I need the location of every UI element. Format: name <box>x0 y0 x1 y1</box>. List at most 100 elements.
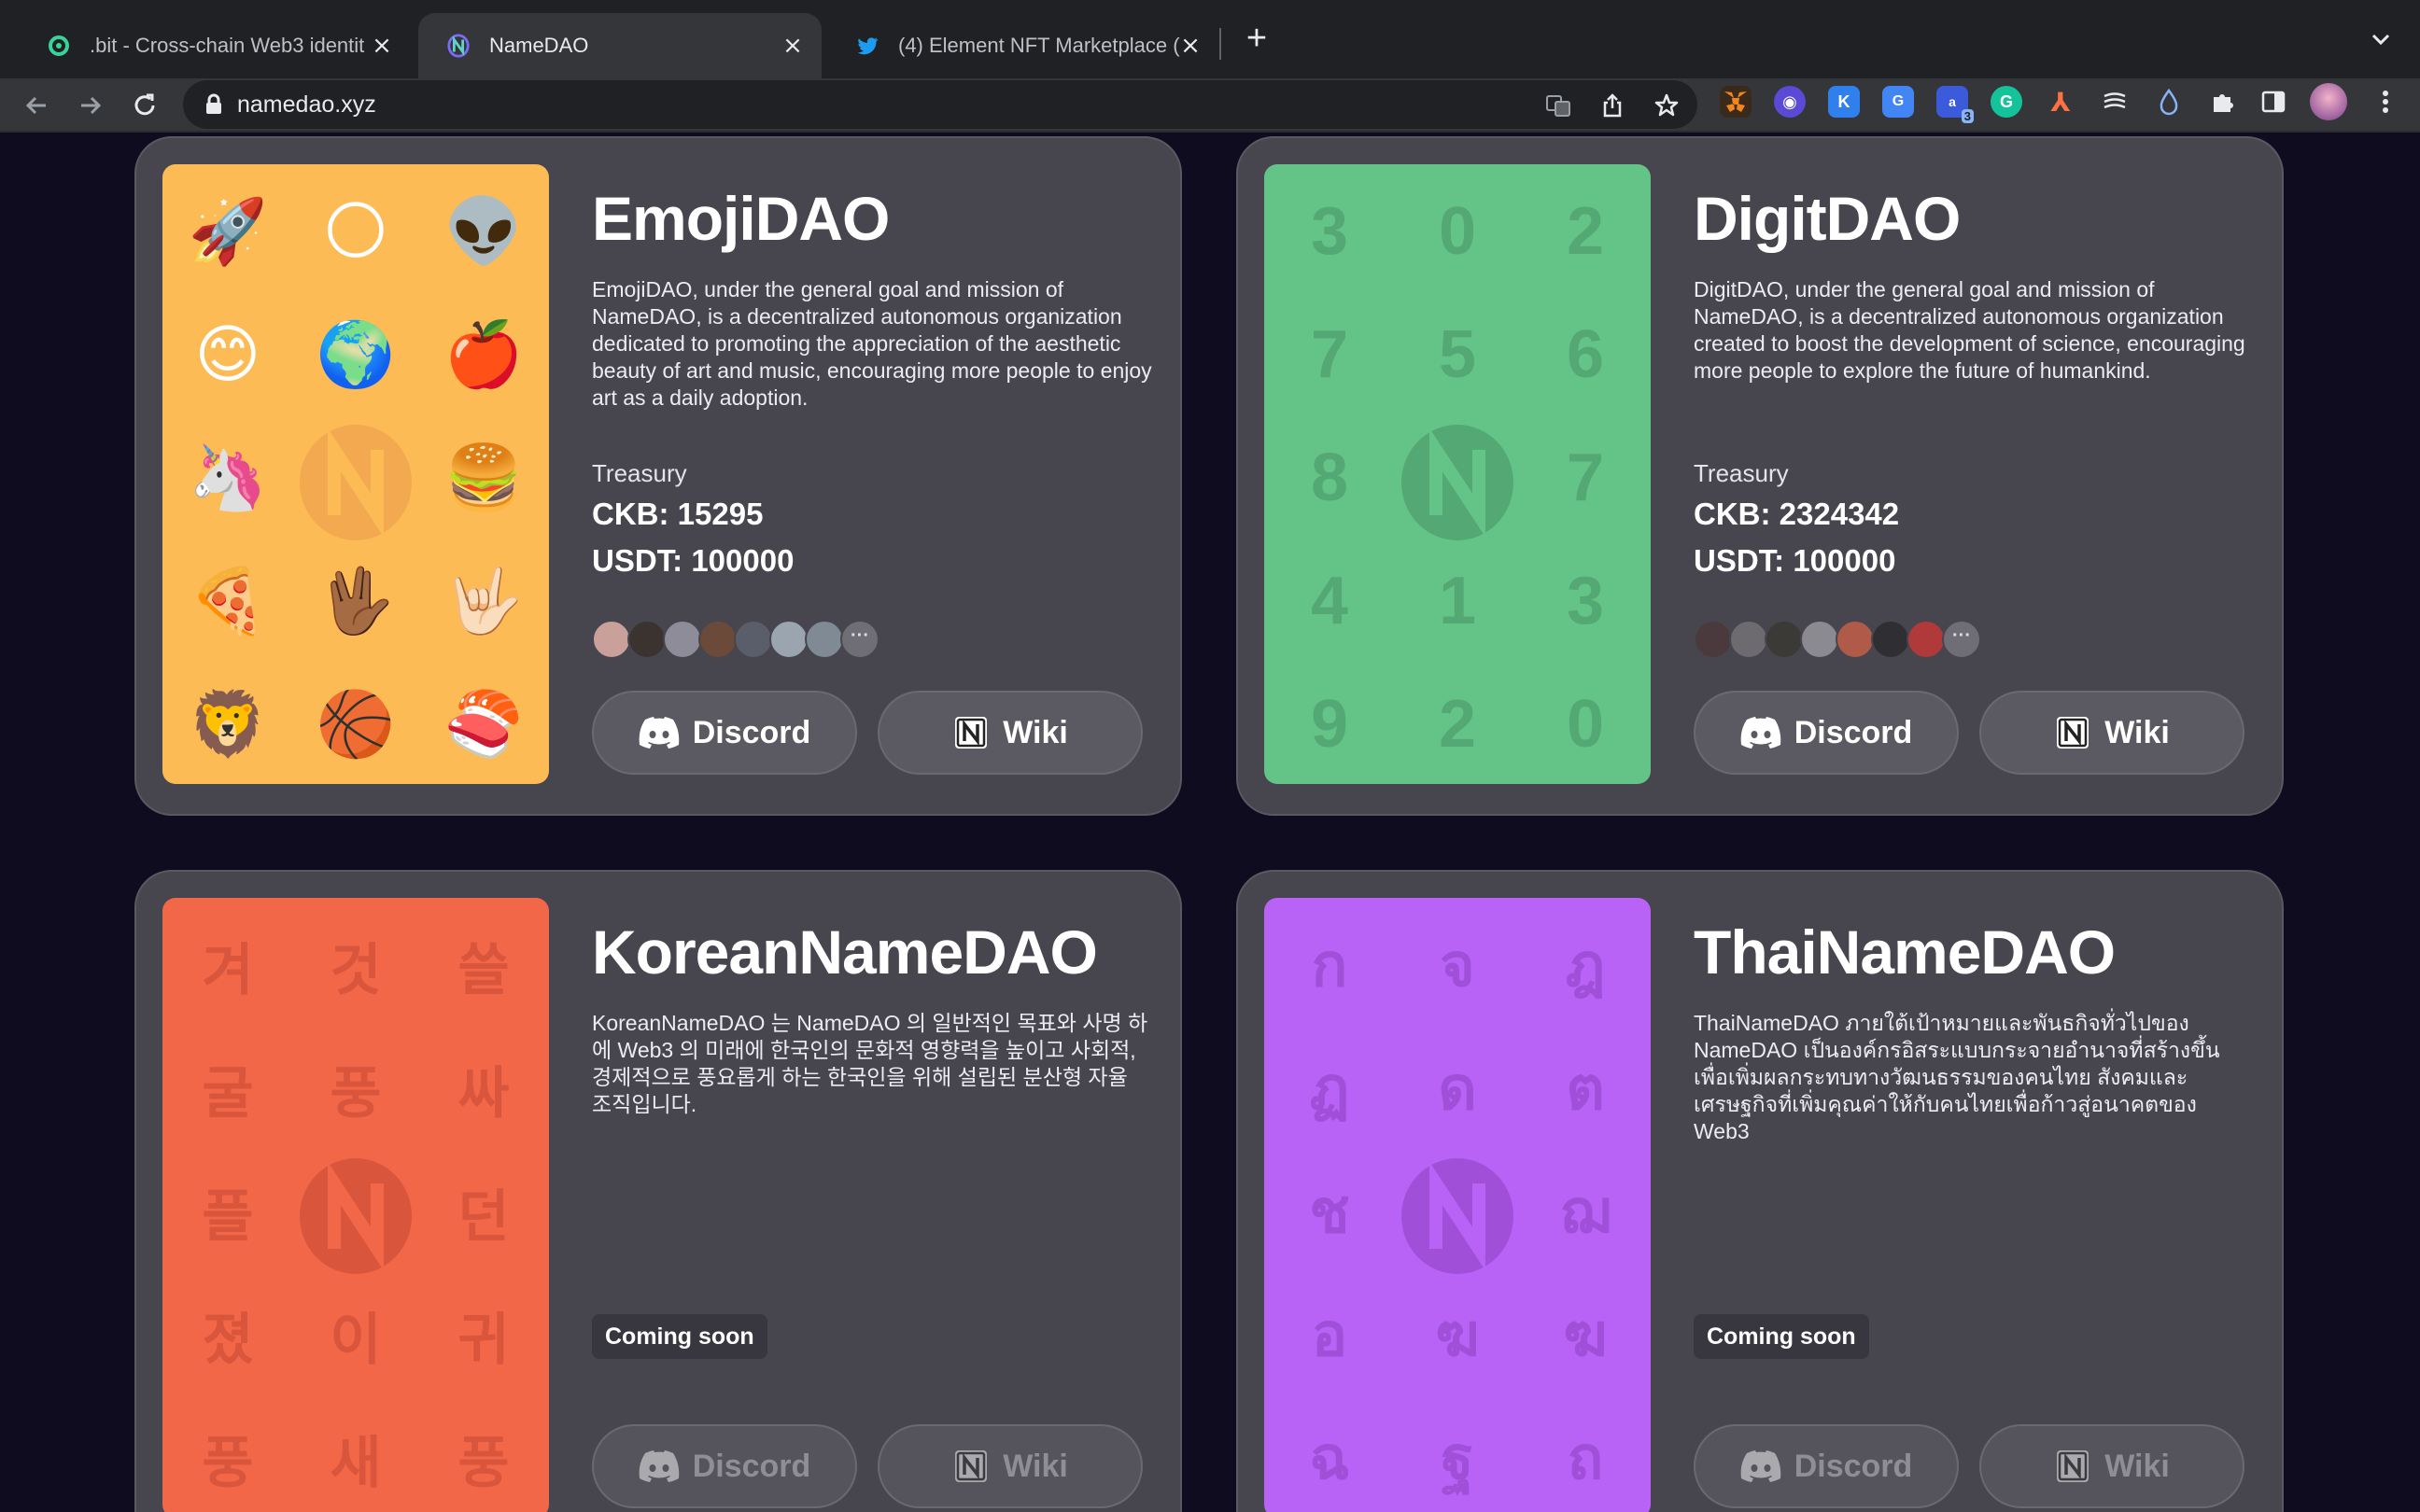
tab-namedao[interactable]: NameDAO × <box>418 13 822 78</box>
alien-emoji: 👽 <box>443 196 524 267</box>
more-members-icon[interactable]: ··· <box>840 620 879 659</box>
ghost-extension-icon[interactable]: ◉ <box>1774 86 1806 118</box>
close-tab-icon[interactable]: × <box>1178 34 1203 58</box>
glyph: จ <box>1440 931 1475 999</box>
glyph: 7 <box>1310 317 1349 392</box>
glyph: 졌 <box>202 1308 254 1371</box>
dao-card-emojidao: 🚀 🌕 👽 😊 🌍 🍎 🦄 🍔 🍕 🖖🏾 🤟🏻 🦁 🏀 🍣 EmojiDAO E… <box>134 136 1182 816</box>
treasury-usdt: USDT: 100000 <box>592 543 795 578</box>
google-translate-extension-icon[interactable]: G <box>1882 86 1914 118</box>
glyph: ฉ <box>1309 1424 1350 1491</box>
address-bar[interactable]: namedao.xyz <box>183 80 1697 129</box>
pizza-emoji: 🍕 <box>188 566 268 637</box>
dao-title: KoreanNameDAO <box>592 917 1098 987</box>
glyph: 플 <box>202 1184 254 1248</box>
dao-card-digitdao: 3 0 2 7 5 6 8 7 4 1 3 9 2 0 DigitDAO Dig… <box>1236 136 2284 816</box>
glyph: ฆ <box>1563 1301 1608 1368</box>
avatar <box>805 620 844 659</box>
avatar <box>592 620 631 659</box>
bookmark-star-icon[interactable] <box>1653 91 1681 119</box>
reload-button[interactable] <box>127 88 162 123</box>
wiki-label: Wiki <box>2104 714 2170 750</box>
wiki-label: Wiki <box>1003 1448 1068 1484</box>
tab-dotbit[interactable]: .bit - Cross-chain Web3 identit × <box>19 13 411 78</box>
rock-hand-emoji: 🤟🏻 <box>443 566 524 637</box>
wiki-label: Wiki <box>1003 714 1068 750</box>
discord-label: Discord <box>692 714 811 750</box>
dao-title: DigitDAO <box>1694 184 1961 253</box>
treasury-label: Treasury <box>1694 459 1789 487</box>
glyph: 4 <box>1310 564 1349 638</box>
new-tab-button[interactable]: + <box>1240 21 1273 56</box>
basketball-emoji: 🏀 <box>316 689 396 760</box>
treasury-ckb: CKB: 15295 <box>592 497 764 531</box>
glyph: ฏ <box>1309 1055 1350 1122</box>
glyph: 2 <box>1566 194 1605 269</box>
glyph: 이 <box>330 1308 382 1371</box>
tab-separator <box>1219 28 1221 60</box>
glyph: ถ <box>1567 1424 1604 1491</box>
discord-button[interactable]: Discord <box>592 1424 857 1508</box>
more-members-icon[interactable]: ··· <box>1942 620 1981 659</box>
discord-button[interactable]: Discord <box>592 691 857 775</box>
lock-icon[interactable] <box>204 93 224 120</box>
discord-button[interactable]: Discord <box>1694 691 1959 775</box>
discord-button[interactable]: Discord <box>1694 1424 1959 1508</box>
share-icon[interactable] <box>1598 91 1626 119</box>
layers-extension-icon[interactable] <box>2099 86 2131 118</box>
translate-icon[interactable] <box>1544 91 1572 119</box>
namedao-icon <box>446 34 471 58</box>
drop-extension-icon[interactable] <box>2153 86 2185 118</box>
grammarly-extension-icon[interactable]: G <box>1991 86 2022 118</box>
glyph: 6 <box>1566 317 1605 392</box>
notion-icon <box>2054 714 2091 751</box>
k-extension-icon[interactable]: K <box>1828 86 1860 118</box>
glyph: 귀 <box>457 1308 510 1371</box>
metamask-extension-icon[interactable] <box>1720 86 1752 118</box>
dao-description: ThaiNameDAO ภายใต้เป้าหมายและพันธกิจทั่ว… <box>1694 1011 2220 1143</box>
treasury-ckb: CKB: 2324342 <box>1694 497 1900 531</box>
dao-description: DigitDAO, under the general goal and mis… <box>1694 277 2245 383</box>
tab-title: (4) Element NFT Marketplace ( <box>898 34 1180 57</box>
avatar <box>627 620 667 659</box>
wiki-button[interactable]: Wiki <box>1979 691 2244 775</box>
avatar <box>734 620 773 659</box>
discord-icon <box>1740 1450 1781 1482</box>
avatar <box>769 620 809 659</box>
forward-button[interactable] <box>73 88 108 123</box>
browser-menu-icon[interactable] <box>2370 86 2401 118</box>
translator-extension-icon[interactable]: a 3 <box>1936 86 1974 123</box>
dao-card-thainamedao: ก จ ฎ ฏ ด ต ช ฌ อ ฆ ฆ ฉ ฐ ถ ThaiNameDAO … <box>1236 870 2284 1512</box>
profile-avatar[interactable] <box>2310 83 2347 120</box>
glyph: 풍 <box>457 1431 510 1494</box>
close-tab-icon[interactable]: × <box>370 34 394 58</box>
wiki-button[interactable]: Wiki <box>1979 1424 2244 1508</box>
wiki-button[interactable]: Wiki <box>878 691 1143 775</box>
smile-emoji: 😊 <box>194 318 261 390</box>
glyph: 새 <box>330 1431 382 1494</box>
close-tab-icon[interactable]: × <box>781 34 805 58</box>
extension-badge: 3 <box>1961 109 1974 123</box>
tab-element[interactable]: (4) Element NFT Marketplace ( × <box>827 13 1219 78</box>
avatar <box>1871 620 1910 659</box>
namedao-logo-icon <box>300 425 412 540</box>
glyph: 풍 <box>330 1061 382 1125</box>
glyph: 3 <box>1566 564 1605 638</box>
avatar <box>1729 620 1768 659</box>
wiki-button[interactable]: Wiki <box>878 1424 1143 1508</box>
glyph: ก <box>1311 931 1348 999</box>
tab-search-chevron-icon[interactable] <box>2368 26 2394 52</box>
dao-art-digit: 3 0 2 7 5 6 8 7 4 1 3 9 2 0 <box>1264 164 1651 784</box>
lion-emoji: 🦁 <box>188 689 268 760</box>
tab-title: NameDAO <box>489 34 589 57</box>
dao-art-korean: 겨 것 쓸 굴 풍 싸 플 던 졌 이 귀 풍 새 풍 <box>162 898 549 1512</box>
puzzle-extensions-icon[interactable] <box>2207 86 2239 118</box>
treasury-usdt: USDT: 100000 <box>1694 543 1896 578</box>
back-button[interactable] <box>19 88 54 123</box>
avatar <box>1800 620 1839 659</box>
discord-icon <box>639 1450 680 1482</box>
swirl-extension-icon[interactable]: ⅄ <box>2045 86 2076 118</box>
side-panel-icon[interactable] <box>2258 86 2289 118</box>
avatar <box>1765 620 1804 659</box>
tab-strip: .bit - Cross-chain Web3 identit × NameDA… <box>0 0 2420 78</box>
